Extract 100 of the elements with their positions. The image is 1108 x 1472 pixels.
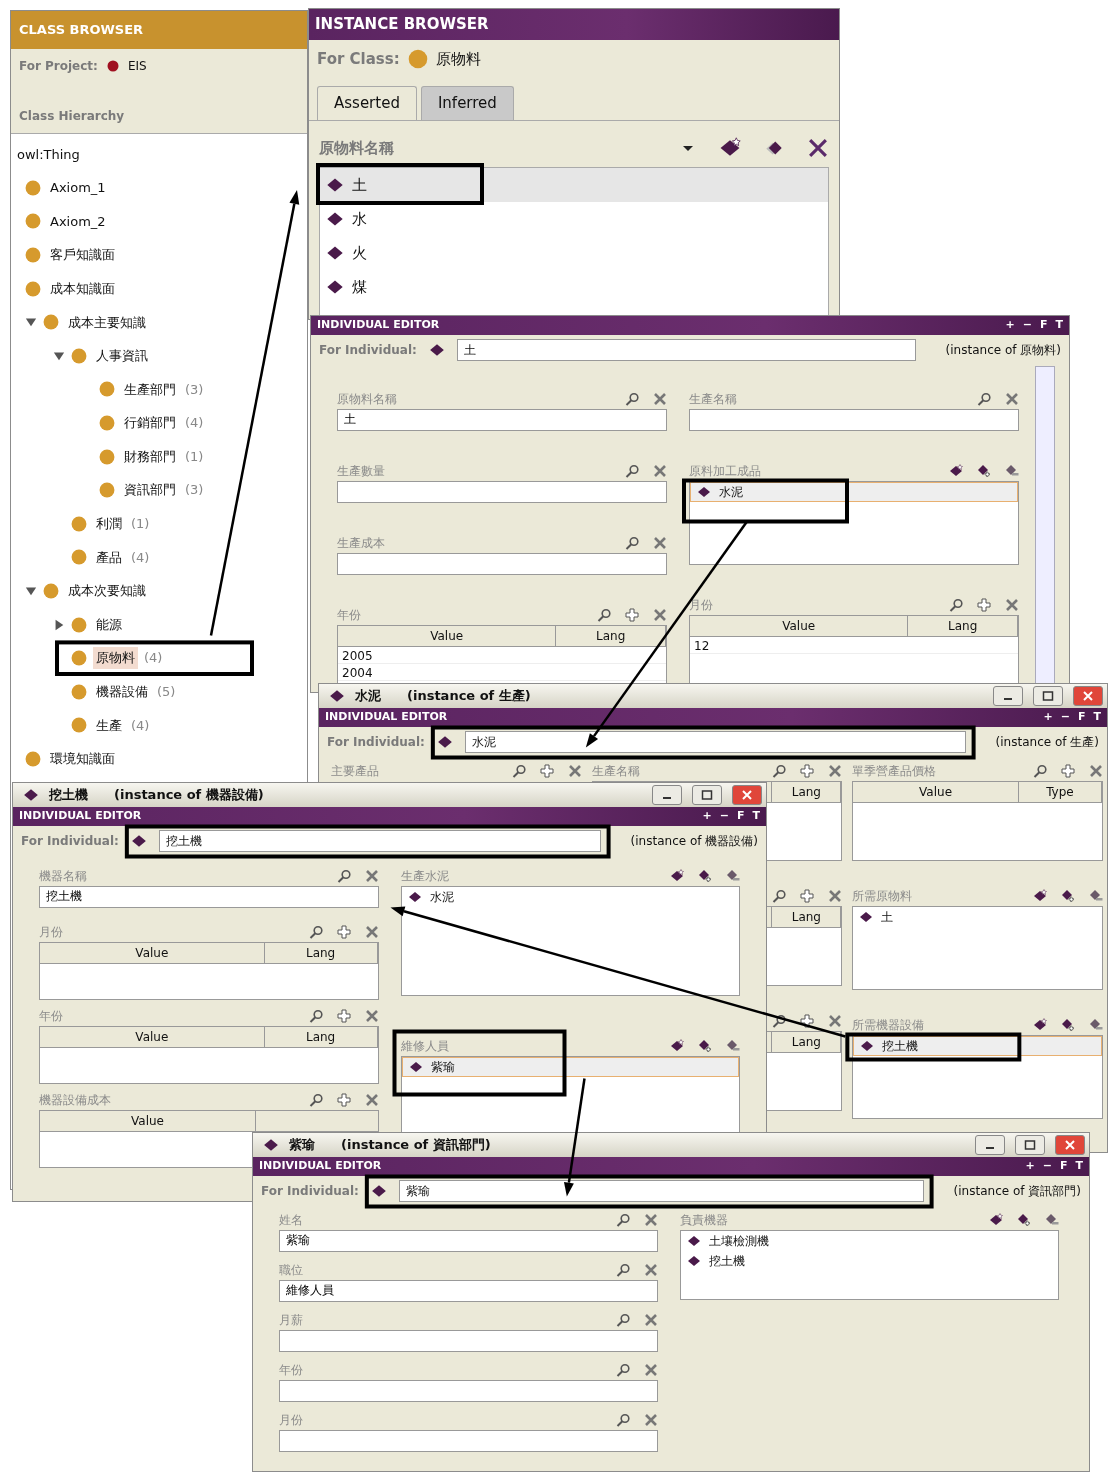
- tree-item[interactable]: 行銷部門: [121, 412, 179, 434]
- tree-item[interactable]: Axiom_1: [47, 177, 109, 199]
- search-icon[interactable]: [336, 868, 351, 883]
- tree-item[interactable]: 人事資訊: [93, 345, 151, 367]
- list-item[interactable]: 煤: [320, 270, 828, 304]
- delete-icon[interactable]: [364, 868, 379, 883]
- search-icon[interactable]: [308, 924, 323, 939]
- search-icon[interactable]: [308, 1008, 323, 1023]
- tree-item[interactable]: 環境知識面: [47, 748, 118, 770]
- toolbar-button[interactable]: +: [1043, 709, 1053, 726]
- toolbar-button[interactable]: −: [1042, 1158, 1052, 1175]
- tree-item[interactable]: 資訊部門: [121, 479, 179, 501]
- individual-name-field[interactable]: 水泥: [464, 730, 966, 753]
- tree-item[interactable]: 原物料: [93, 647, 138, 669]
- delete-icon[interactable]: [644, 1362, 658, 1377]
- list-item[interactable]: 水: [320, 202, 828, 236]
- delete-icon[interactable]: [644, 1412, 658, 1427]
- toolbar-button[interactable]: +: [1005, 317, 1015, 334]
- search-icon[interactable]: [977, 391, 991, 406]
- search-icon[interactable]: [616, 1262, 630, 1277]
- column-header[interactable]: Lang: [264, 1026, 378, 1047]
- search-icon[interactable]: [772, 763, 787, 778]
- search-icon[interactable]: [949, 597, 963, 612]
- individual-name-field[interactable]: 挖土機: [158, 829, 601, 852]
- search-icon[interactable]: [616, 1312, 630, 1327]
- list-item[interactable]: 土: [853, 906, 1102, 927]
- search-icon[interactable]: [616, 1412, 630, 1427]
- individual-name-field[interactable]: 紫瑜: [398, 1179, 924, 1202]
- delete-icon[interactable]: [653, 463, 667, 478]
- close-icon[interactable]: [1081, 689, 1095, 703]
- search-icon[interactable]: [625, 391, 639, 406]
- tree-item[interactable]: Axiom_2: [47, 210, 109, 233]
- delete-icon[interactable]: [364, 1092, 379, 1107]
- diamond-plus-icon[interactable]: [1017, 1212, 1031, 1227]
- text-field[interactable]: 土: [337, 408, 667, 431]
- diamond-plus-icon[interactable]: [977, 463, 991, 478]
- text-field[interactable]: [689, 408, 1019, 431]
- delete-icon[interactable]: [828, 888, 843, 903]
- toolbar-button[interactable]: +: [1025, 1158, 1035, 1175]
- list-item[interactable]: 挖土機: [853, 1035, 1102, 1056]
- tree-root[interactable]: owl:Thing: [17, 144, 80, 165]
- diamond-star-icon[interactable]: [949, 463, 963, 478]
- delete-icon[interactable]: [364, 924, 379, 939]
- toolbar-button[interactable]: F: [1077, 709, 1086, 726]
- column-header[interactable]: Lang: [771, 781, 842, 802]
- expanded-arrow-icon[interactable]: [25, 316, 37, 329]
- close-icon[interactable]: [1063, 1138, 1077, 1152]
- search-icon[interactable]: [511, 763, 526, 778]
- search-icon[interactable]: [625, 535, 639, 550]
- delete-icon[interactable]: [828, 1013, 843, 1028]
- tree-item[interactable]: 成本主要知識: [65, 311, 149, 333]
- maximize-icon[interactable]: [700, 788, 714, 802]
- delete-icon[interactable]: [364, 1008, 379, 1023]
- column-header[interactable]: Lang: [771, 1031, 842, 1052]
- text-field[interactable]: [279, 1379, 658, 1402]
- toolbar-button[interactable]: T: [1093, 709, 1101, 726]
- toolbar-button[interactable]: T: [752, 808, 760, 825]
- toolbar-button[interactable]: −: [1022, 317, 1032, 334]
- column-header[interactable]: Lang: [771, 906, 842, 927]
- diamond-minus-icon[interactable]: [1089, 1017, 1103, 1032]
- text-field[interactable]: 挖土機: [39, 885, 379, 908]
- column-header[interactable]: Value: [40, 1026, 265, 1047]
- column-header[interactable]: Lang: [264, 942, 378, 963]
- text-field[interactable]: [337, 552, 667, 575]
- tab[interactable]: Inferred: [420, 86, 514, 120]
- diamond-minus-icon[interactable]: [726, 1038, 740, 1053]
- tree-item[interactable]: 成本知識面: [47, 277, 118, 300]
- diamond-plus-icon[interactable]: [698, 868, 712, 883]
- diamond-plus-icon[interactable]: [1061, 1017, 1075, 1032]
- diamond-star-icon[interactable]: [670, 1038, 684, 1053]
- tree-item[interactable]: 能源: [93, 613, 125, 636]
- diamond-minus-icon[interactable]: [1045, 1212, 1059, 1227]
- text-field[interactable]: [337, 480, 667, 503]
- delete-icon[interactable]: [1005, 391, 1019, 406]
- list-item[interactable]: 紫瑜: [401, 1056, 739, 1077]
- list-item[interactable]: 水泥: [401, 886, 739, 907]
- toolbar-button[interactable]: F: [1039, 317, 1048, 334]
- list-item[interactable]: 土: [320, 168, 828, 202]
- delete-icon[interactable]: [653, 607, 667, 622]
- tree-item[interactable]: 成本次要知識: [65, 580, 149, 602]
- toolbar-button[interactable]: −: [1060, 709, 1070, 726]
- list-item[interactable]: 火: [320, 236, 828, 270]
- column-header[interactable]: Lang: [908, 615, 1018, 636]
- toolbar-button[interactable]: −: [719, 808, 729, 825]
- text-field[interactable]: [279, 1329, 658, 1352]
- delete-icon[interactable]: [567, 763, 582, 778]
- delete-icon[interactable]: [644, 1212, 658, 1227]
- tree-item[interactable]: 生產: [93, 714, 125, 737]
- column-header[interactable]: Value: [40, 942, 265, 963]
- toolbar-button[interactable]: F: [1059, 1158, 1068, 1175]
- expanded-arrow-icon[interactable]: [25, 585, 37, 597]
- diamond-plus-icon[interactable]: [698, 1038, 712, 1053]
- column-header[interactable]: Value: [853, 781, 1019, 802]
- search-icon[interactable]: [308, 1092, 323, 1107]
- diamond-star-icon[interactable]: [1033, 1017, 1047, 1032]
- tree-item[interactable]: 客戶知識面: [47, 244, 118, 266]
- tab[interactable]: Asserted: [317, 86, 417, 120]
- tree-item[interactable]: 產品: [93, 546, 125, 569]
- maximize-icon[interactable]: [1023, 1138, 1037, 1152]
- column-header[interactable]: Lang: [556, 625, 666, 646]
